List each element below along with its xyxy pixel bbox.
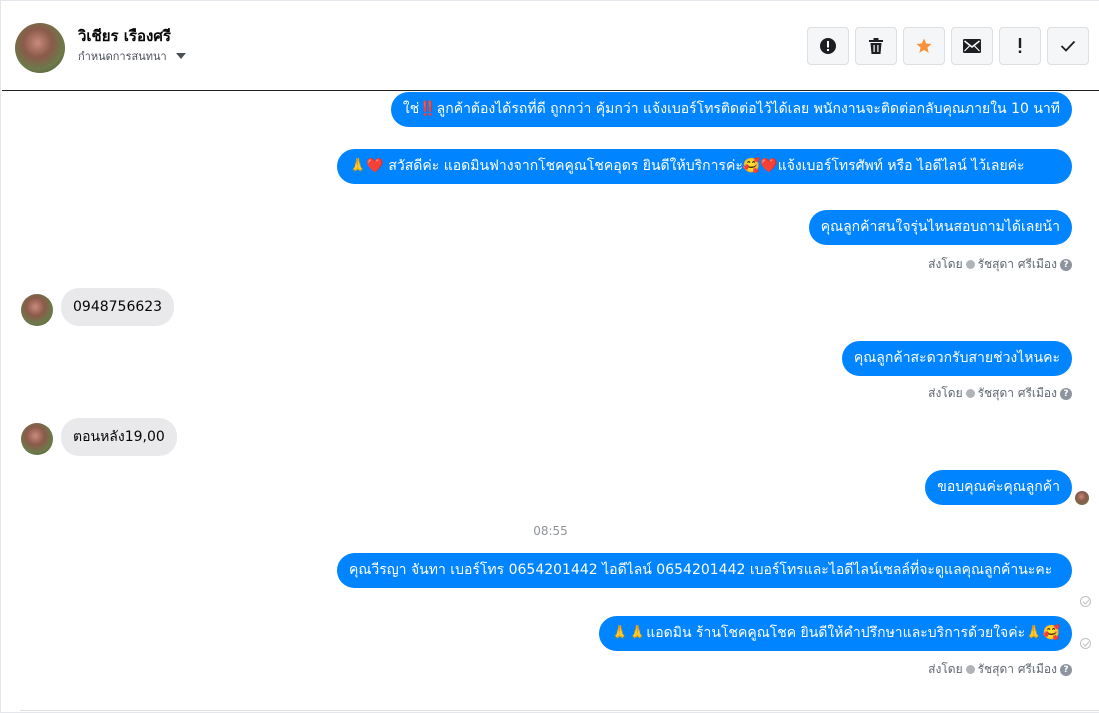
avatar[interactable] [15, 23, 65, 73]
sent-by-prefix: ส่งโดย [928, 257, 963, 271]
exclamation-icon [1018, 38, 1022, 53]
seen-avatar [1075, 491, 1089, 505]
sender-name: รัชสุดา ศรีเมือง [977, 662, 1057, 676]
done-button[interactable] [1047, 27, 1089, 65]
help-icon[interactable]: ? [1060, 663, 1072, 676]
delivered-check-icon [1080, 596, 1091, 607]
contact-name: วิเชียร เรืองศรี [78, 27, 171, 45]
outgoing-message[interactable]: คุณลูกค้าสนใจรุ่นไหนสอบถามได้เลยน้า [808, 210, 1072, 245]
avatar[interactable] [21, 423, 53, 455]
chevron-down-icon [175, 53, 186, 59]
page-icon [965, 260, 975, 269]
alert-icon [820, 38, 836, 54]
outgoing-message[interactable]: คุณลูกค้าสะดวกรับสายช่วงไหนคะ [841, 341, 1072, 376]
outgoing-message[interactable]: ใช่‼️ลูกค้าต้องได้รถที่ดี ถูกกว่า คุ้มกว… [390, 92, 1072, 127]
help-icon[interactable]: ? [1060, 258, 1072, 271]
sent-by-label: ส่งโดย รัชสุดา ศรีเมือง ? [928, 660, 1072, 679]
trash-icon [869, 38, 883, 54]
mail-icon [963, 39, 981, 53]
outgoing-message[interactable]: 🙏🙏แอดมิน ร้านโชคคูณโชค ยินดีให้คำปรึกษาแ… [599, 616, 1072, 651]
avatar[interactable] [21, 294, 53, 326]
sent-by-prefix: ส่งโดย [928, 662, 963, 676]
page-icon [965, 389, 975, 398]
spam-button[interactable] [807, 27, 849, 65]
timestamp: 08:55 [533, 524, 568, 538]
outgoing-message[interactable]: คุณวีรญา จันทา เบอร์โทร 0654201442 ไอดีไ… [337, 553, 1072, 588]
sender-name: รัชสุดา ศรีเมือง [977, 386, 1057, 400]
help-icon[interactable]: ? [1060, 387, 1072, 400]
divider [20, 710, 1099, 711]
mark-unread-button[interactable] [951, 27, 993, 65]
star-icon [916, 38, 932, 53]
sent-by-label: ส่งโดย รัชสุดา ศรีเมือง ? [928, 384, 1072, 403]
assign-conversation-dropdown[interactable]: กำหนดการสนทนา [78, 47, 186, 65]
page-icon [965, 665, 975, 674]
assign-label: กำหนดการสนทนา [78, 50, 167, 63]
delete-button[interactable] [855, 27, 897, 65]
conversation-header: วิเชียร เรืองศรี กำหนดการสนทนา [2, 2, 1099, 91]
outgoing-message[interactable]: 🙏❤️ สวัสดีค่ะ แอดมินฟางจากโชคคูณโชคอุดร … [337, 149, 1072, 184]
message-list: ใช่‼️ลูกค้าต้องได้รถที่ดี ถูกกว่า คุ้มกว… [2, 92, 1099, 710]
sender-name: รัชสุดา ศรีเมือง [977, 257, 1057, 271]
sent-by-prefix: ส่งโดย [928, 386, 963, 400]
sent-by-label: ส่งโดย รัชสุดา ศรีเมือง ? [928, 255, 1072, 274]
star-button[interactable] [903, 27, 945, 65]
incoming-message[interactable]: 0948756623 [61, 288, 175, 326]
follow-up-button[interactable] [999, 27, 1041, 65]
incoming-message[interactable]: ตอนหลัง19,00 [61, 418, 177, 456]
check-icon [1060, 40, 1076, 52]
delivered-check-icon [1080, 638, 1091, 649]
conversation-toolbar [807, 27, 1089, 65]
outgoing-message[interactable]: ขอบคุณค่ะคุณลูกค้า [925, 470, 1072, 505]
